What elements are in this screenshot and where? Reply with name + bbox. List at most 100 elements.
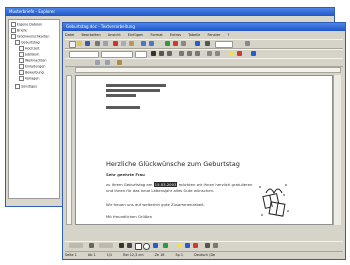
menu-edit[interactable]: Bearbeiten (81, 33, 100, 37)
vertical-scrollbar[interactable] (333, 75, 341, 225)
cut-icon[interactable] (113, 41, 118, 46)
status-col: Sp 1 (175, 253, 184, 257)
menu-window[interactable]: Fenster (207, 33, 220, 37)
tree-item-6[interactable]: Weihnachten (19, 58, 47, 63)
address-line-2 (106, 89, 160, 92)
folder-icon (19, 70, 24, 75)
border-icon[interactable] (251, 51, 256, 56)
status-section: Ab 1 (87, 253, 96, 257)
address-line-1 (106, 84, 166, 87)
folder-icon (11, 22, 16, 27)
status-line: Ze 18 (154, 253, 165, 257)
menu-format[interactable]: Format (150, 33, 162, 37)
tree-item-9[interactable]: Vorlagen (19, 76, 40, 81)
status-bar: Seite 1 Ab 1 1/1 Bei 12,3 cm Ze 18 Sp 1 … (65, 251, 343, 259)
editor-window: Geburtstag.doc - Textverarbeitung Datei … (62, 22, 346, 260)
wordart-icon[interactable] (153, 243, 158, 248)
frame-icon[interactable] (117, 60, 122, 65)
save-icon[interactable] (85, 41, 90, 46)
folder-icon (19, 52, 24, 57)
insert-field-icon[interactable] (95, 60, 100, 65)
document-page[interactable]: Herzliche Glückwünsche zum Geburtstag Se… (75, 75, 333, 225)
chart-icon[interactable] (173, 41, 178, 46)
explorer-titlebar[interactable]: Musterbriefe - Explorer (6, 8, 334, 16)
tree-item-5[interactable]: Jubiläum (19, 52, 39, 57)
autoshapes-button[interactable] (99, 243, 113, 248)
tree-item-4[interactable]: Hochzeit (19, 46, 39, 51)
align-left-icon[interactable] (179, 51, 184, 56)
italic-icon[interactable] (159, 51, 164, 56)
highlight-icon[interactable] (229, 51, 234, 56)
menu-file[interactable]: Datei (65, 33, 74, 37)
redo-icon[interactable] (149, 41, 154, 46)
tree-item-1[interactable]: Briefe (11, 28, 27, 33)
vertical-ruler[interactable] (66, 75, 72, 225)
oval-icon[interactable] (143, 243, 150, 250)
folder-icon (15, 40, 20, 45)
insert-symbol-icon[interactable] (105, 60, 110, 65)
line-color-icon[interactable] (185, 243, 190, 248)
font-dropdown[interactable] (101, 51, 133, 58)
status-position: Bei 12,3 cm (123, 253, 144, 257)
style-dropdown[interactable] (69, 51, 99, 58)
columns-icon[interactable] (181, 41, 186, 46)
address-line-3 (106, 94, 136, 97)
salutation: Sehr geehrte Frau (106, 172, 145, 177)
numbering-icon[interactable] (207, 51, 212, 56)
folder-tree: Eigene Dateien Briefe Glückwunschkarten … (8, 19, 60, 199)
preview-icon[interactable] (103, 41, 108, 46)
extra-toolbar (65, 58, 343, 67)
status-page: Seite 1 (65, 253, 77, 257)
greeting-heading: Herzliche Glückwünsche zum Geburtstag (106, 160, 240, 168)
help-icon[interactable] (245, 41, 250, 46)
status-pages: 1/1 (106, 253, 113, 257)
menu-tools[interactable]: Extras (170, 33, 181, 37)
fill-color-icon[interactable] (177, 243, 182, 248)
size-dropdown[interactable] (135, 51, 147, 58)
align-center-icon[interactable] (187, 51, 192, 56)
copy-icon[interactable] (121, 41, 126, 46)
shadow-icon[interactable] (213, 243, 218, 248)
paste-icon[interactable] (129, 41, 134, 46)
menu-table[interactable]: Tabelle (188, 33, 200, 37)
new-icon[interactable] (69, 41, 76, 48)
clipart-icon[interactable] (163, 243, 168, 248)
line-icon[interactable] (119, 243, 124, 248)
tree-item-3[interactable]: Geburtstag (15, 40, 40, 45)
bold-icon[interactable] (151, 51, 156, 56)
drawing-toolbar (65, 241, 343, 250)
drawing-icon[interactable] (195, 41, 200, 46)
print-icon[interactable] (95, 41, 100, 46)
menu-view[interactable]: Ansicht (108, 33, 121, 37)
folder-icon (15, 84, 20, 89)
select-arrow-icon[interactable] (89, 243, 94, 248)
horizontal-ruler[interactable] (75, 67, 341, 73)
line-style-icon[interactable] (205, 243, 210, 248)
underline-icon[interactable] (167, 51, 172, 56)
open-icon[interactable] (77, 41, 82, 46)
gift-clipart-icon (259, 184, 289, 217)
draw-menu-button[interactable] (69, 243, 83, 248)
bullets-icon[interactable] (215, 51, 220, 56)
tree-item-7[interactable]: Einladungen (19, 64, 46, 69)
pilcrow-icon[interactable] (205, 41, 210, 46)
menu-help[interactable]: ? (228, 33, 230, 37)
text-color-icon[interactable] (193, 243, 198, 248)
rectangle-icon[interactable] (135, 243, 142, 250)
tree-item-8[interactable]: Bewerbung (19, 70, 44, 75)
editor-title: Geburtstag.doc - Textverarbeitung (66, 24, 135, 29)
tree-item-10[interactable]: Sonstiges (15, 84, 37, 89)
undo-icon[interactable] (141, 41, 146, 46)
standard-toolbar (65, 39, 343, 49)
tree-item-0[interactable]: Eigene Dateien (11, 22, 42, 27)
folder-icon (11, 28, 16, 33)
explorer-title: Musterbriefe - Explorer (9, 9, 56, 14)
font-color-icon[interactable] (237, 51, 242, 56)
menu-insert[interactable]: Einfügen (128, 33, 143, 37)
zoom-dropdown[interactable] (215, 41, 233, 48)
editor-titlebar[interactable]: Geburtstag.doc - Textverarbeitung (63, 23, 345, 31)
align-right-icon[interactable] (195, 51, 200, 56)
tree-item-2[interactable]: Glückwunschkarten (11, 34, 49, 39)
arrow-icon[interactable] (127, 243, 132, 248)
table-icon[interactable] (165, 41, 170, 46)
